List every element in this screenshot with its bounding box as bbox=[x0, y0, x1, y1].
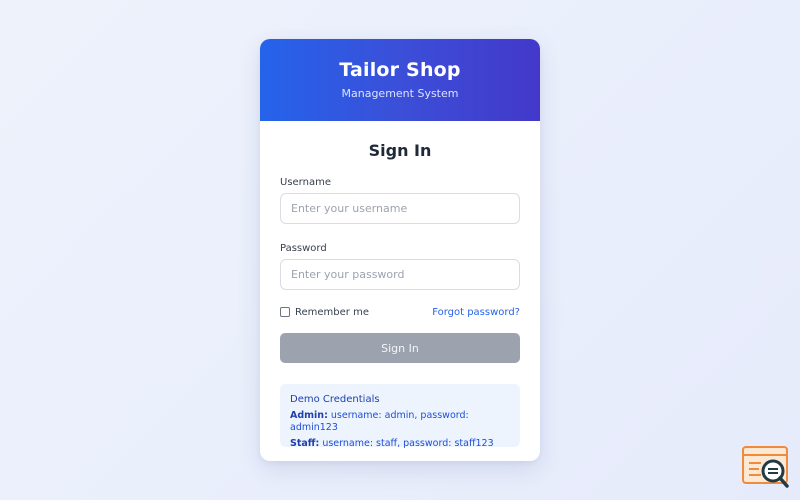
signin-heading: Sign In bbox=[368, 141, 432, 160]
demo-staff-line: Staff: username: staff, password: staff1… bbox=[290, 438, 510, 450]
search-document-icon bbox=[741, 445, 791, 489]
demo-admin-key: Admin: bbox=[290, 410, 328, 421]
forgot-password-link[interactable]: Forgot password? bbox=[432, 307, 520, 318]
login-form: Sign In Username Password Remember me Fo… bbox=[260, 141, 540, 450]
remember-me-checkbox[interactable] bbox=[280, 307, 290, 317]
username-input[interactable] bbox=[280, 193, 520, 224]
demo-credentials-title: Demo Credentials bbox=[290, 394, 380, 405]
options-row: Remember me Forgot password? bbox=[280, 306, 520, 318]
app-subtitle: Management System bbox=[341, 87, 459, 100]
demo-admin-line: Admin: username: admin, password: admin1… bbox=[290, 410, 510, 434]
password-label: Password bbox=[280, 243, 327, 254]
remember-me[interactable]: Remember me bbox=[280, 307, 369, 318]
card-header: Tailor Shop Management System bbox=[260, 39, 540, 121]
app-title: Tailor Shop bbox=[339, 59, 461, 81]
remember-me-label: Remember me bbox=[295, 306, 369, 318]
login-card: Tailor Shop Management System Sign In Us… bbox=[260, 39, 540, 461]
demo-credentials-box: Demo Credentials Admin: username: admin,… bbox=[280, 384, 520, 450]
demo-staff-value: username: staff, password: staff123 bbox=[322, 438, 494, 449]
password-input[interactable] bbox=[280, 259, 520, 290]
username-label: Username bbox=[280, 177, 331, 188]
demo-staff-key: Staff: bbox=[290, 438, 320, 449]
signin-button[interactable]: Sign In bbox=[280, 333, 520, 363]
